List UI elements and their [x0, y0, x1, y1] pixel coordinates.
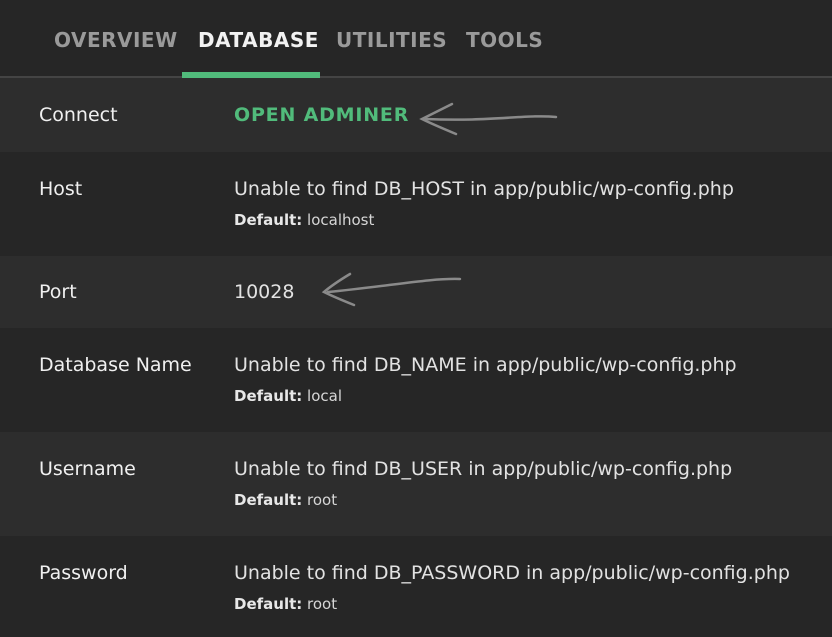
- port-value: 10028: [234, 281, 295, 303]
- username-default-label: Default:: [234, 491, 303, 509]
- password-label: Password: [39, 562, 128, 584]
- host-value: Unable to find DB_HOST in app/public/wp-…: [234, 178, 734, 200]
- row-password: Password Unable to find DB_PASSWORD in a…: [0, 536, 832, 637]
- host-default-value: localhost: [307, 211, 375, 229]
- username-default: Default: root: [234, 491, 337, 509]
- tab-bar: OVERVIEW DATABASE UTILITIES TOOLS: [0, 0, 832, 78]
- password-default: Default: root: [234, 595, 337, 613]
- host-default-label: Default:: [234, 211, 303, 229]
- username-value: Unable to find DB_USER in app/public/wp-…: [234, 458, 733, 480]
- username-label: Username: [39, 458, 136, 480]
- username-default-value: root: [307, 491, 338, 509]
- row-port: Port 10028: [0, 256, 832, 328]
- password-default-value: root: [307, 595, 338, 613]
- connect-label: Connect: [39, 104, 118, 126]
- port-label: Port: [39, 281, 77, 303]
- row-username: Username Unable to find DB_USER in app/p…: [0, 432, 832, 536]
- annotation-arrow-icon: [419, 102, 558, 136]
- host-default: Default: localhost: [234, 211, 374, 229]
- tab-utilities[interactable]: UTILITIES: [336, 28, 447, 52]
- password-default-label: Default:: [234, 595, 303, 613]
- tab-tools[interactable]: TOOLS: [466, 28, 543, 52]
- password-value: Unable to find DB_PASSWORD in app/public…: [234, 562, 790, 584]
- row-database-name: Database Name Unable to find DB_NAME in …: [0, 328, 832, 432]
- open-adminer-link[interactable]: OPEN ADMINER: [234, 104, 409, 126]
- dbname-default-value: local: [307, 387, 342, 405]
- dbname-default: Default: local: [234, 387, 342, 405]
- tab-database[interactable]: DATABASE: [198, 28, 319, 52]
- host-label: Host: [39, 178, 83, 200]
- annotation-arrow-icon: [321, 272, 462, 307]
- dbname-label: Database Name: [39, 354, 192, 376]
- row-connect: Connect OPEN ADMINER: [0, 78, 832, 152]
- tab-overview[interactable]: OVERVIEW: [54, 28, 178, 52]
- row-host: Host Unable to find DB_HOST in app/publi…: [0, 152, 832, 256]
- dbname-value: Unable to find DB_NAME in app/public/wp-…: [234, 354, 737, 376]
- dbname-default-label: Default:: [234, 387, 303, 405]
